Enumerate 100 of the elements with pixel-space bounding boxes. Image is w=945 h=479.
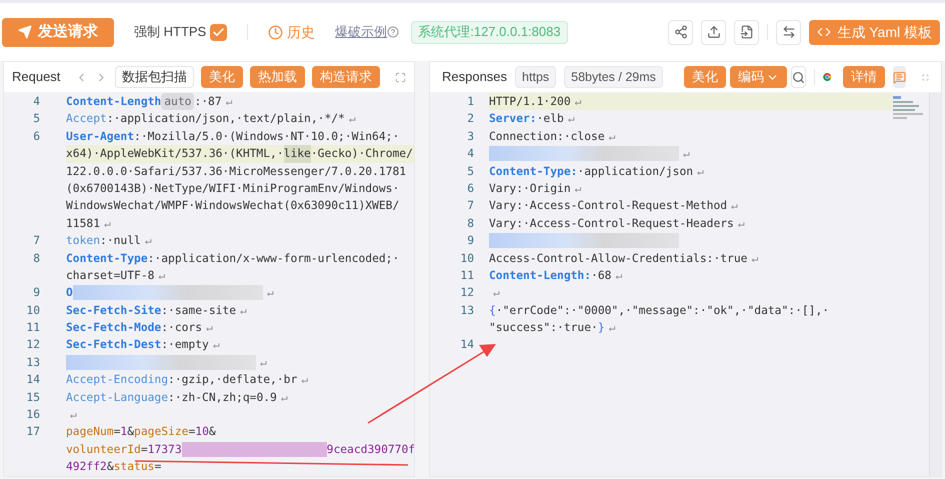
code-text: 1 — [120, 424, 128, 440]
line-break-mark: ↵ — [738, 216, 745, 232]
line-number: 5 — [466, 164, 474, 180]
code-text: :·empty — [161, 337, 209, 354]
history-button[interactable]: 历史 — [268, 22, 316, 42]
line-number: 11 — [459, 268, 474, 284]
line-break-mark: ↵ — [574, 94, 582, 110]
line-break-mark: ↵ — [260, 354, 267, 371]
send-icon — [18, 25, 32, 39]
code-text: Sec-Fetch-Site — [66, 302, 162, 319]
code-text: 17373 — [148, 442, 182, 458]
line-number: 8 — [466, 216, 474, 232]
import-icon — [740, 25, 754, 39]
code-text: Vary:·Access-Control-Request-Method — [489, 198, 728, 214]
code-text: Access-Control-Allow-Credentials:·true — [489, 250, 748, 267]
line-number: 7 — [466, 198, 474, 214]
code-text: :·87 — [194, 94, 222, 110]
line-number: 15 — [25, 390, 40, 406]
line-break-mark: ↵ — [301, 372, 308, 388]
toolbar-button[interactable]: 热加载 — [250, 66, 305, 88]
line-break-mark: ↵ — [608, 128, 616, 145]
export-button[interactable] — [701, 20, 726, 44]
code-text: Sec-Fetch-Dest — [66, 337, 162, 354]
line-number: 5 — [32, 111, 40, 128]
code-text: like — [284, 145, 311, 163]
code-text: charset=UTF-8 — [66, 268, 154, 284]
line-number: 7 — [32, 233, 40, 250]
code-text: ·application/json — [577, 164, 694, 180]
line-number: 16 — [25, 407, 40, 424]
line-number: 13 — [459, 302, 474, 319]
force-https-label: 强制 HTTPS — [134, 23, 206, 42]
line-number: 4 — [32, 94, 40, 110]
line-number: 3 — [466, 128, 474, 145]
import-button[interactable] — [734, 20, 760, 44]
share-button[interactable] — [668, 20, 694, 44]
share-icon — [674, 25, 688, 39]
line-break-mark: ↵ — [158, 268, 166, 284]
code-text: & — [127, 424, 134, 440]
clock-icon — [268, 24, 284, 40]
examples-link[interactable]: 爆破示例 — [335, 22, 388, 42]
line-number: 1 — [466, 94, 474, 110]
code-text: = — [114, 424, 120, 440]
proxy-badge: 系统代理:127.0.0.1:8083 — [411, 20, 568, 44]
expand-icon[interactable] — [394, 70, 406, 84]
line-number: 9 — [466, 233, 474, 250]
line-number: 17 — [25, 424, 40, 440]
line-number: 10 — [25, 302, 40, 319]
toolbar-button[interactable]: 构造请求 — [312, 66, 380, 88]
code-text: 9ceacd390770f — [326, 442, 414, 458]
code-text: O — [66, 285, 73, 302]
line-number: 14 — [459, 337, 474, 354]
force-https-checkbox[interactable] — [210, 24, 228, 40]
minimap-drawing — [893, 96, 925, 122]
code-text: 10 — [195, 424, 209, 440]
code-text: :·cors — [161, 320, 202, 336]
line-number: 4 — [466, 146, 474, 162]
code-text: & — [106, 459, 114, 476]
code-text: ·"errCode":·"0000",·"message":·"ok",·"data":·[],· — [496, 302, 830, 319]
help-icon[interactable] — [387, 26, 400, 38]
line-break-mark: ↵ — [212, 337, 220, 354]
info-chip: https — [515, 66, 556, 88]
code-text: Content-Length: — [489, 268, 592, 284]
line-break-mark: ↵ — [206, 320, 213, 336]
code-text: ·68 — [591, 268, 612, 284]
code-text: Content-Type: — [489, 164, 578, 180]
code-text: :·null — [100, 233, 141, 250]
line-number: 8 — [32, 250, 40, 267]
send-request-button[interactable]: 发送请求 — [2, 18, 114, 46]
details-button[interactable]: 详情 — [843, 66, 886, 88]
code-text: (0x6700143B)·NetType/WIFI·MiniProgramEnv/Windows· — [66, 180, 400, 197]
line-number: 11 — [25, 320, 40, 336]
code-icon — [817, 25, 832, 39]
line-break-mark: ↵ — [493, 285, 500, 302]
auto-tag: auto — [161, 93, 194, 110]
info-chip: 58bytes / 29ms — [564, 66, 663, 88]
toolbar-button[interactable]: 美化 — [200, 66, 243, 88]
encode-dropdown[interactable]: 编码 — [730, 66, 788, 88]
swap-button[interactable] — [776, 20, 802, 44]
upload-icon — [706, 25, 721, 39]
code-text: ·elb — [536, 111, 564, 128]
code-text: Accept — [66, 111, 107, 128]
line-number: 13 — [25, 354, 40, 371]
code-text: 122.0.0.0·Safari/537.36·MicroMessenger/7.0.20.1781 — [66, 164, 406, 180]
comment-button[interactable] — [893, 66, 906, 88]
swap-icon — [782, 25, 796, 39]
line-break-mark: ↵ — [731, 198, 738, 214]
code-text: token — [66, 233, 100, 250]
search-button[interactable] — [791, 66, 806, 88]
generate-yaml-button[interactable]: 生成 Yaml 模板 — [809, 20, 940, 44]
line-break-mark: ↵ — [574, 180, 582, 197]
code-text: = — [154, 459, 162, 476]
code-text: Vary:·Origin — [489, 180, 571, 197]
code-text: x64)·AppleWebKit/537.36·(KHTML,· — [66, 146, 284, 162]
code-text: :·application/json,·text/plain,·*/* — [106, 111, 345, 128]
line-break-mark: ↵ — [697, 164, 704, 180]
scan-button[interactable]: 数据包扫描 — [114, 66, 194, 88]
scrollbar[interactable] — [929, 93, 941, 476]
line-number: 12 — [25, 337, 40, 354]
beautify-button[interactable]: 美化 — [684, 66, 726, 88]
comment-icon — [893, 70, 906, 84]
